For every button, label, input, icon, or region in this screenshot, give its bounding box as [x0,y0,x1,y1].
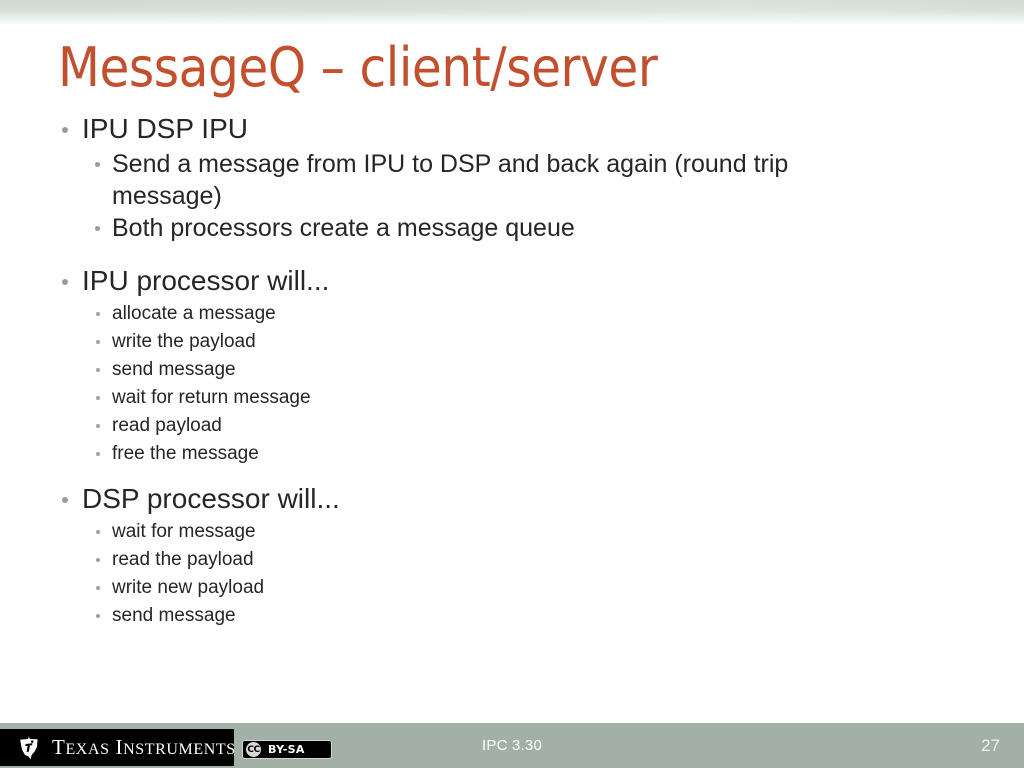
page-number: 27 [981,723,1000,768]
bullet-dot-icon [96,614,100,618]
list-item-text: wait for return message [112,387,311,408]
list-item: write new payload [0,574,960,602]
texas-star-ti-icon [16,735,42,761]
texas-instruments-wordmark: TEXAS INSTRUMENTS [52,737,234,758]
page-number-text: 27 [981,735,1000,755]
bullet-dot-icon [96,340,100,344]
slide-body: IPU DSP IPU Send a message from IPU to D… [0,112,960,630]
list-item-text: write new payload [112,577,265,598]
list-item-text: allocate a message [112,303,276,324]
list-item: write the payload [0,328,960,356]
wordmark-t: T [52,735,66,759]
section-3-heading-text: DSP processor will... [82,483,340,514]
list-item: wait for return message [0,384,960,412]
bullet-dot-icon [96,558,100,562]
bullet-dot-icon [62,497,68,503]
bullet-dot-icon [96,424,100,428]
list-item: read the payload [0,546,960,574]
bullet-dot-icon [95,162,100,167]
list-item: read payload [0,412,960,440]
section-2-heading: IPU processor will... [0,264,960,298]
cc-mark-icon: CC [246,742,261,757]
list-item-text: write the payload [112,331,256,352]
wordmark-nstruments: NSTRUMENTS [123,741,234,758]
bullet-dot-icon [62,279,68,285]
list-item-text: Both processors create a message queue [112,214,575,242]
section-1-heading: IPU DSP IPU [0,112,960,146]
bullet-dot-icon [96,312,100,316]
wordmark-i: I [115,735,124,759]
list-item-text: send message [112,359,236,380]
texas-instruments-logo: TEXAS INSTRUMENTS [0,729,234,766]
list-item: wait for message [0,518,960,546]
top-band-sheen [0,0,1024,26]
list-item-text: Send a message from IPU to DSP and back … [112,150,789,210]
wordmark-exas: EXAS [65,741,110,758]
section-1-heading-text: IPU DSP IPU [82,113,248,144]
list-item-text: send message [112,605,236,626]
list-item-text: free the message [112,443,259,464]
bullet-dot-icon [96,586,100,590]
list-item-text: read the payload [112,549,254,570]
section-3-heading: DSP processor will... [0,482,960,516]
list-item: send message [0,602,960,630]
bullet-dot-icon [96,452,100,456]
footer-center-text: IPC 3.30 [482,737,542,754]
section-2-heading-text: IPU processor will... [82,265,330,296]
creative-commons-badge[interactable]: CC BY-SA [242,740,332,759]
slide-title: MessageQ – client/server [58,36,658,99]
list-item-text: wait for message [112,521,256,542]
list-item: allocate a message [0,300,960,328]
bullet-dot-icon [62,127,68,133]
content-section-2: IPU processor will... allocate a message… [0,264,960,468]
content-section-3: DSP processor will... wait for message r… [0,482,960,630]
slide-root: MessageQ – client/server IPU DSP IPU Sen… [0,0,1024,768]
list-item: Send a message from IPU to DSP and back … [0,148,882,212]
cc-license-terms: BY-SA [268,743,305,756]
list-item-text: read payload [112,415,222,436]
bullet-dot-icon [96,368,100,372]
content-section-1: IPU DSP IPU Send a message from IPU to D… [0,112,960,244]
top-decorative-band [0,0,1024,26]
bullet-dot-icon [96,530,100,534]
list-item: free the message [0,440,960,468]
list-item: Both processors create a message queue [0,212,882,244]
bullet-dot-icon [96,396,100,400]
list-item: send message [0,356,960,384]
bullet-dot-icon [95,226,100,231]
